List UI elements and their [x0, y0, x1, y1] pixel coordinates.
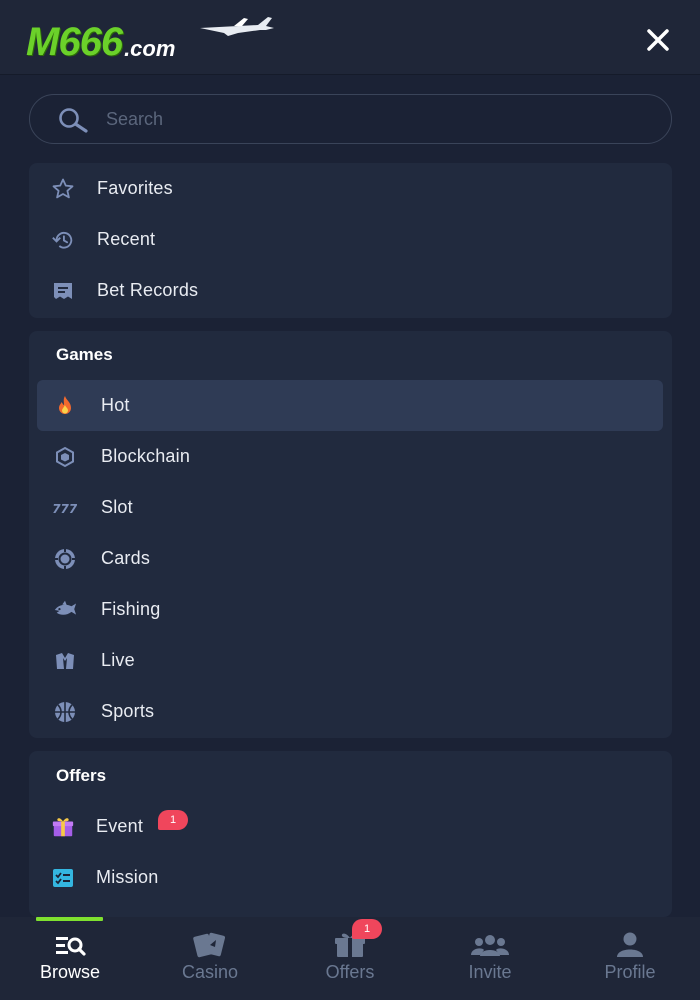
- game-category-sports[interactable]: Sports: [37, 686, 663, 737]
- poker-chip-icon: [53, 547, 77, 571]
- users-icon: [470, 931, 510, 959]
- search-bar[interactable]: [29, 94, 672, 144]
- tab-label: Profile: [604, 962, 656, 982]
- game-category-label: Fishing: [101, 599, 161, 619]
- cards-icon: [190, 931, 230, 959]
- notification-badge: 1: [352, 919, 382, 939]
- fish-icon: [53, 598, 77, 622]
- game-category-hot[interactable]: Hot: [37, 380, 663, 431]
- game-category-fishing[interactable]: Fishing: [37, 584, 663, 635]
- offers-panel: Offers Event 1 Mission: [29, 751, 672, 917]
- logo-main-text: M666: [26, 20, 123, 64]
- cube-icon: [53, 445, 77, 469]
- bottom-navigation: Browse Casino 1 Offers Invite Profile: [0, 917, 700, 1000]
- logo-domain-text: .com: [124, 36, 176, 61]
- menu-item-recent[interactable]: Recent: [37, 214, 663, 265]
- game-category-label: Blockchain: [101, 446, 191, 466]
- checklist-icon: [51, 866, 75, 890]
- quick-links-panel: Favorites Recent Bet Records: [29, 163, 672, 318]
- menu-item-label: Favorites: [97, 178, 173, 198]
- tab-offers[interactable]: 1 Offers: [280, 917, 420, 1000]
- offer-item-mission[interactable]: Mission: [37, 852, 663, 903]
- game-category-label: Hot: [101, 395, 130, 415]
- history-icon: [51, 228, 75, 252]
- notification-badge: 1: [158, 810, 188, 830]
- fire-icon: [53, 394, 77, 418]
- tab-profile[interactable]: Profile: [560, 917, 700, 1000]
- live-dealer-icon: [53, 649, 77, 673]
- menu-item-label: Recent: [97, 229, 156, 249]
- menu-item-bet-records[interactable]: Bet Records: [37, 265, 663, 316]
- tab-casino[interactable]: Casino: [140, 917, 280, 1000]
- close-button[interactable]: [640, 22, 676, 58]
- user-icon: [610, 931, 650, 959]
- game-category-label: Slot: [101, 497, 133, 517]
- game-category-blockchain[interactable]: Blockchain: [37, 431, 663, 482]
- tab-browse[interactable]: Browse: [0, 917, 140, 1000]
- games-section-title: Games: [56, 345, 113, 364]
- game-category-cards[interactable]: Cards: [37, 533, 663, 584]
- tab-label: Offers: [325, 962, 375, 982]
- tab-label: Browse: [39, 962, 101, 982]
- menu-item-label: Bet Records: [97, 280, 199, 300]
- game-category-slot[interactable]: 777 Slot: [37, 482, 663, 533]
- close-icon: [647, 29, 669, 51]
- offer-item-event[interactable]: Event 1: [37, 801, 663, 852]
- header: M666 .com: [0, 0, 700, 75]
- tab-label: Invite: [468, 962, 512, 982]
- game-category-live[interactable]: Live: [37, 635, 663, 686]
- basketball-icon: [53, 700, 77, 724]
- airplane-icon: [200, 17, 274, 36]
- search-icon: [59, 108, 88, 133]
- game-category-label: Cards: [101, 548, 151, 568]
- games-panel: Games Hot Blockchain 777 Slot Cards Fish…: [29, 331, 672, 738]
- gift-icon: [51, 815, 75, 839]
- star-icon: [51, 177, 75, 201]
- offers-section-title: Offers: [56, 766, 107, 785]
- receipt-icon: [51, 279, 75, 303]
- menu-item-favorites[interactable]: Favorites: [37, 163, 663, 214]
- offer-item-label: Event: [96, 816, 144, 836]
- brand-logo[interactable]: M666 .com: [26, 14, 274, 64]
- search-input[interactable]: [106, 105, 646, 133]
- browse-icon: [50, 931, 90, 959]
- svg-text:777: 777: [53, 502, 77, 516]
- game-category-label: Live: [101, 650, 135, 670]
- game-category-label: Sports: [101, 701, 155, 721]
- slot-777-icon: 777: [53, 496, 77, 520]
- offer-item-label: Mission: [96, 867, 159, 887]
- tab-invite[interactable]: Invite: [420, 917, 560, 1000]
- tab-label: Casino: [181, 962, 239, 982]
